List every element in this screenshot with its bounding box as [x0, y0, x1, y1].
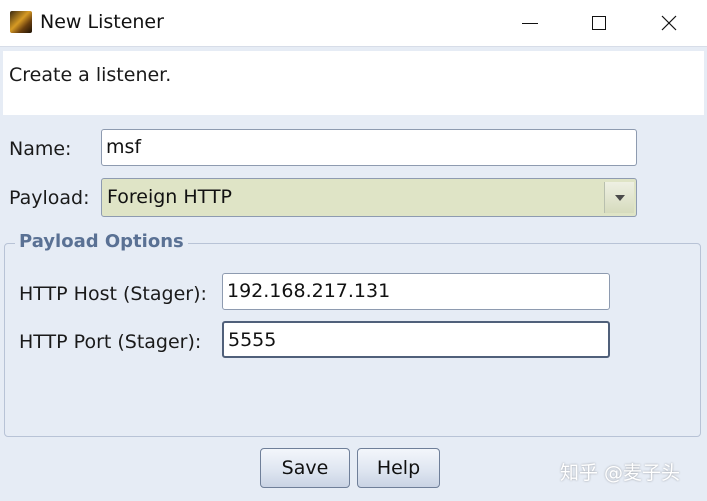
- app-icon: [10, 11, 32, 33]
- http-port-input[interactable]: 5555: [222, 321, 610, 358]
- http-port-label: HTTP Port (Stager):: [19, 331, 202, 353]
- description-text: Create a listener.: [9, 64, 172, 86]
- dropdown-button[interactable]: [604, 182, 634, 213]
- payload-options-title: Payload Options: [15, 231, 188, 252]
- minimize-button[interactable]: [495, 0, 565, 46]
- name-input[interactable]: msf: [101, 129, 637, 166]
- close-button[interactable]: [634, 0, 704, 46]
- http-host-label: HTTP Host (Stager):: [19, 283, 207, 305]
- save-button[interactable]: Save: [260, 448, 350, 488]
- payload-select[interactable]: Foreign HTTP: [101, 178, 637, 217]
- http-host-input[interactable]: 192.168.217.131: [222, 273, 610, 310]
- window-title: New Listener: [40, 11, 164, 33]
- minimize-icon: [522, 22, 538, 24]
- maximize-icon: [592, 16, 606, 30]
- close-icon: [661, 15, 677, 31]
- payload-selected-value: Foreign HTTP: [107, 186, 233, 208]
- help-button[interactable]: Help: [357, 448, 440, 488]
- name-label: Name:: [9, 138, 72, 160]
- description-banner: Create a listener.: [3, 51, 704, 115]
- payload-label: Payload:: [9, 187, 90, 209]
- new-listener-dialog: Create a listener. Name: msf Payload: Fo…: [0, 46, 707, 501]
- title-bar: New Listener: [0, 0, 707, 46]
- watermark-text: 知乎 @麦子头: [560, 462, 681, 484]
- maximize-button[interactable]: [564, 0, 634, 46]
- chevron-down-icon: [614, 194, 625, 201]
